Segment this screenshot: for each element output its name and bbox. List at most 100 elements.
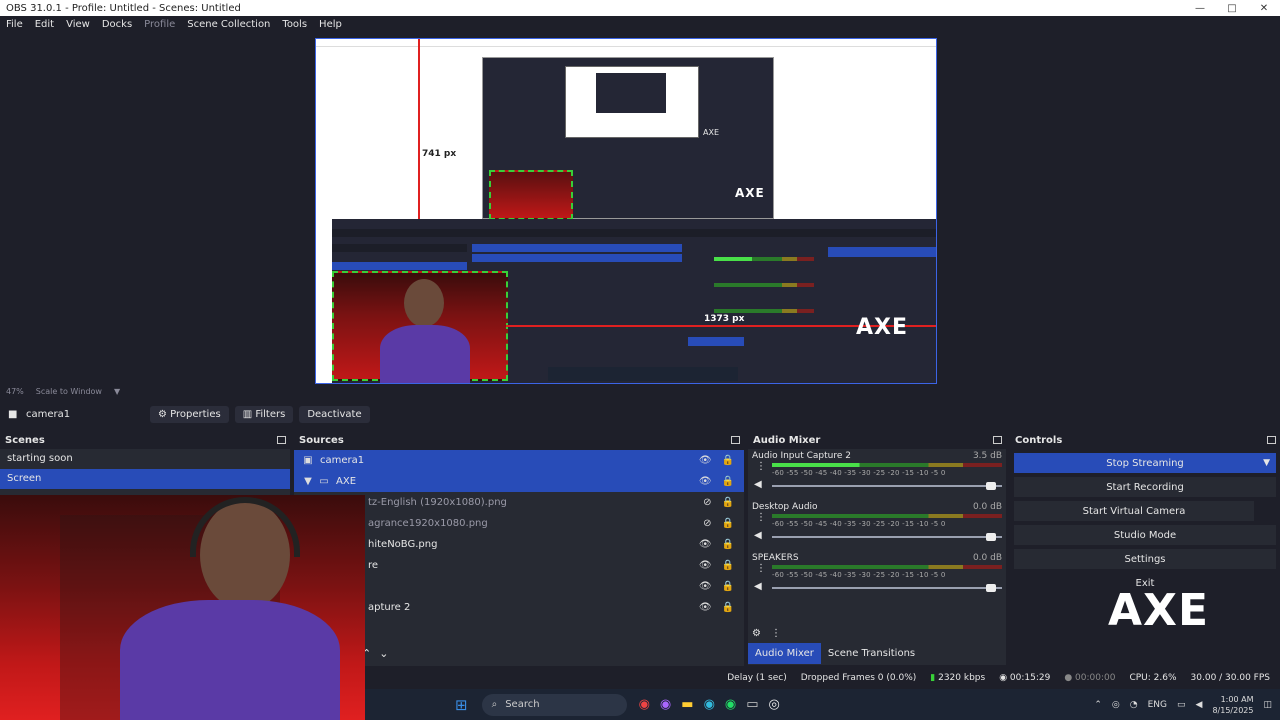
- chevron-down-icon[interactable]: ▼: [114, 387, 120, 396]
- menu-help[interactable]: Help: [313, 19, 348, 30]
- notification-icon[interactable]: ◫: [1263, 700, 1272, 710]
- menu-file[interactable]: File: [0, 19, 29, 30]
- kebab-menu-icon[interactable]: ⋮: [771, 628, 781, 639]
- start-virtual-camera-button[interactable]: Start Virtual Camera: [1014, 501, 1254, 521]
- tab-audio-mixer[interactable]: Audio Mixer: [748, 642, 821, 664]
- start-recording-button[interactable]: Start Recording: [1014, 477, 1276, 497]
- controls-title-label: Controls: [1015, 434, 1063, 446]
- folder-icon[interactable]: ▬: [681, 697, 693, 712]
- lock-icon[interactable]: 🔒: [722, 560, 734, 571]
- scale-mode[interactable]: Scale to Window: [36, 387, 102, 396]
- undock-icon[interactable]: [277, 436, 286, 444]
- speaker-icon[interactable]: ◀: [754, 581, 762, 592]
- lock-icon[interactable]: 🔒: [722, 539, 734, 550]
- volume-slider[interactable]: [772, 533, 1002, 541]
- minimize-button[interactable]: —: [1184, 3, 1216, 14]
- nested-menubar: [316, 39, 936, 47]
- kebab-menu-icon[interactable]: ⋮: [756, 461, 766, 472]
- network-icon[interactable]: ▭: [1177, 700, 1186, 710]
- kebab-menu-icon[interactable]: ⋮: [756, 563, 766, 574]
- eye-icon[interactable]: 👁: [699, 560, 712, 571]
- deactivate-button[interactable]: Deactivate: [299, 405, 370, 423]
- stop-streaming-button[interactable]: Stop Streaming ▼: [1014, 453, 1276, 473]
- wifi-icon[interactable]: ◔: [1130, 700, 1138, 710]
- nested-sources: [472, 244, 682, 264]
- speaker-icon[interactable]: ◀: [754, 479, 762, 490]
- mixer-track: Audio Input Capture 2 3.5 dB ⋮ -60 -55 -5…: [748, 449, 1006, 500]
- app-icon[interactable]: ▭: [746, 697, 758, 712]
- lock-icon[interactable]: 🔒: [722, 518, 734, 529]
- studio-mode-button[interactable]: Studio Mode: [1014, 525, 1276, 545]
- scene-item-active[interactable]: Screen: [0, 469, 290, 489]
- undock-icon[interactable]: [1267, 436, 1276, 444]
- folder-icon: ▭: [319, 476, 329, 487]
- volume-knob[interactable]: [986, 482, 996, 490]
- nested-capture-inner: [565, 66, 699, 138]
- settings-button[interactable]: Settings: [1014, 549, 1276, 569]
- chrome-icon[interactable]: ◉: [639, 697, 650, 712]
- menu-scene-collection[interactable]: Scene Collection: [181, 19, 276, 30]
- windows-start-icon[interactable]: ⊞: [455, 696, 468, 714]
- tab-scene-transitions[interactable]: Scene Transitions: [821, 643, 922, 664]
- eye-hidden-icon[interactable]: ⊘: [703, 497, 711, 508]
- tray-app-icon[interactable]: ◎: [1112, 700, 1120, 710]
- lock-icon[interactable]: 🔒: [722, 602, 734, 613]
- menu-profile[interactable]: Profile: [138, 19, 181, 30]
- maximize-button[interactable]: □: [1216, 3, 1248, 14]
- lock-icon[interactable]: 🔒: [722, 455, 734, 466]
- scenes-title-label: Scenes: [5, 434, 45, 446]
- eye-icon[interactable]: 👁: [699, 581, 712, 592]
- camera-icon: ■: [8, 408, 18, 420]
- mixer-track: Desktop Audio 0.0 dB ⋮ -60 -55 -50 -45 -4…: [748, 500, 1006, 551]
- lock-icon[interactable]: 🔒: [722, 476, 734, 487]
- kebab-menu-icon[interactable]: ⋮: [756, 512, 766, 523]
- chevron-down-icon[interactable]: ▼: [1263, 458, 1270, 468]
- source-row-group[interactable]: ▼ ▭ AXE 👁 🔒: [294, 471, 744, 492]
- close-button[interactable]: ✕: [1248, 3, 1280, 14]
- measure-vertical-label: 741 px: [422, 149, 457, 159]
- filters-button[interactable]: ▥ Filters: [234, 405, 294, 423]
- fps: 30.00 / 30.00 FPS: [1190, 673, 1270, 683]
- webcam-person-shirt: [120, 600, 340, 720]
- obs-icon[interactable]: ◎: [769, 697, 780, 712]
- undock-icon[interactable]: [993, 436, 1002, 444]
- source-row[interactable]: ▣ camera1 👁 🔒: [294, 450, 744, 471]
- nested-axe-logo: AXE: [735, 186, 765, 200]
- eye-icon[interactable]: 👁: [699, 539, 712, 550]
- scene-item[interactable]: starting soon: [0, 449, 290, 469]
- lang-indicator[interactable]: ENG: [1148, 700, 1167, 710]
- discord-icon[interactable]: ◉: [660, 697, 671, 712]
- nested-toolbar: [332, 229, 936, 237]
- system-tray: ⌃ ◎ ◔ ENG ▭ ◀ 1:00 AM 8/15/2025 ◫: [1094, 694, 1280, 716]
- menu-docks[interactable]: Docks: [96, 19, 138, 30]
- volume-slider[interactable]: [772, 584, 1002, 592]
- mixer-track: SPEAKERS 0.0 dB ⋮ -60 -55 -50 -45 -40 -35…: [748, 551, 1006, 602]
- volume-knob[interactable]: [986, 533, 996, 541]
- eye-icon[interactable]: 👁: [699, 476, 712, 487]
- lock-icon[interactable]: 🔒: [722, 581, 734, 592]
- properties-button[interactable]: ⚙ Properties: [150, 405, 229, 423]
- clock[interactable]: 1:00 AM 8/15/2025: [1212, 694, 1253, 716]
- move-down-icon[interactable]: ⌄: [379, 647, 388, 660]
- menu-edit[interactable]: Edit: [29, 19, 60, 30]
- menu-view[interactable]: View: [60, 19, 96, 30]
- spotify-icon[interactable]: ◉: [725, 697, 736, 712]
- eye-icon[interactable]: 👁: [699, 455, 712, 466]
- volume-icon[interactable]: ◀: [1196, 700, 1203, 710]
- menu-tools[interactable]: Tools: [276, 19, 313, 30]
- eye-icon[interactable]: 👁: [699, 602, 712, 613]
- chevron-down-icon[interactable]: ▼: [300, 476, 316, 487]
- undock-icon[interactable]: [731, 436, 740, 444]
- speaker-icon[interactable]: ◀: [754, 530, 762, 541]
- volume-knob[interactable]: [986, 584, 996, 592]
- webcam-selection[interactable]: [332, 271, 508, 383]
- eye-hidden-icon[interactable]: ⊘: [703, 518, 711, 529]
- chevron-up-icon[interactable]: ⌃: [1094, 700, 1102, 710]
- preview-canvas[interactable]: AXE AXE 741 px 1373 px AXE: [315, 38, 937, 384]
- volume-slider[interactable]: [772, 482, 1002, 490]
- lock-icon[interactable]: 🔒: [722, 497, 734, 508]
- zoom-level[interactable]: 47%: [6, 387, 24, 396]
- taskbar-search[interactable]: ⌕ Search: [481, 693, 627, 716]
- gear-icon[interactable]: ⚙: [752, 628, 761, 639]
- edge-icon[interactable]: ◉: [704, 697, 715, 712]
